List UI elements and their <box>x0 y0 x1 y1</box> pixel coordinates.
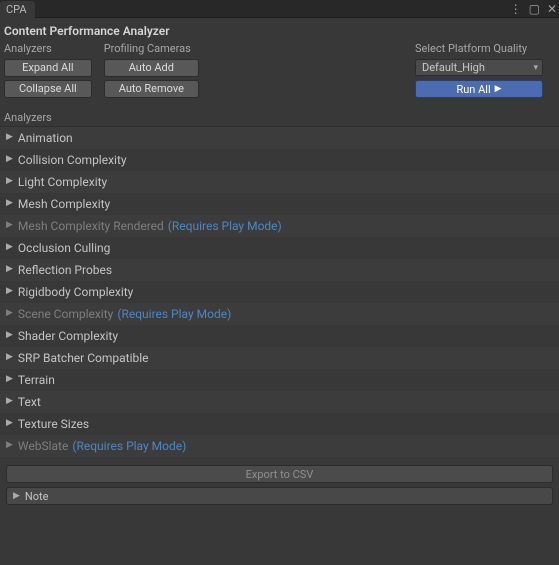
analyzer-row[interactable]: ▶ Occlusion Culling <box>0 237 559 259</box>
analyzer-label: Rigidbody Complexity <box>18 285 133 299</box>
analyzer-row[interactable]: ▶ Light Complexity <box>0 171 559 193</box>
chevron-right-icon: ▶ <box>6 265 13 274</box>
chevron-right-icon: ▶ <box>6 309 13 318</box>
close-icon[interactable]: ✕ <box>547 3 557 15</box>
analyzer-label: Terrain <box>18 373 55 387</box>
panel-tab[interactable]: CPA <box>0 1 35 18</box>
analyzer-label: Shader Complexity <box>18 329 118 343</box>
expand-all-button[interactable]: Expand All <box>4 59 92 77</box>
analyzer-row[interactable]: ▶ Animation <box>0 127 559 149</box>
analyzer-row[interactable]: ▶ Scene Complexity (Requires Play Mode) <box>0 303 559 325</box>
analyzer-row[interactable]: ▶ SRP Batcher Compatible <box>0 347 559 369</box>
platform-quality-label: Select Platform Quality <box>415 42 543 55</box>
chevron-right-icon: ▶ <box>6 419 13 428</box>
chevron-right-icon: ▶ <box>6 397 13 406</box>
panel-tab-label: CPA <box>6 3 27 16</box>
kebab-menu-icon[interactable]: ⋮ <box>510 3 522 15</box>
chevron-right-icon: ▶ <box>13 492 20 501</box>
toolbar-col-profiling-label: Profiling Cameras <box>104 42 199 55</box>
analyzer-row[interactable]: ▶ Terrain <box>0 369 559 391</box>
chevron-right-icon: ▶ <box>6 155 13 164</box>
page-title: Content Performance Analyzer <box>0 18 559 40</box>
analyzer-row[interactable]: ▶ Rigidbody Complexity <box>0 281 559 303</box>
analyzer-label: Texture Sizes <box>18 417 89 431</box>
note-label: Note <box>25 490 49 503</box>
chevron-right-icon: ▶ <box>6 331 13 340</box>
analyzer-label: Light Complexity <box>18 175 107 189</box>
auto-add-button[interactable]: Auto Add <box>104 59 199 77</box>
analyzer-label: Collision Complexity <box>18 153 127 167</box>
analyzer-row[interactable]: ▶ Text <box>0 391 559 413</box>
requires-play-mode-badge: (Requires Play Mode) <box>168 219 282 233</box>
analyzer-row[interactable]: ▶ Mesh Complexity <box>0 193 559 215</box>
run-all-button[interactable]: Run All ▶ <box>415 80 543 98</box>
platform-quality-select[interactable]: Default_High <box>415 59 543 76</box>
analyzer-label: Occlusion Culling <box>18 241 110 255</box>
analyzer-row[interactable]: ▶ Shader Complexity <box>0 325 559 347</box>
chevron-right-icon: ▶ <box>6 287 13 296</box>
analyzer-label: Mesh Complexity Rendered <box>18 219 164 233</box>
analyzer-label: SRP Batcher Compatible <box>18 351 149 365</box>
analyzer-label: Reflection Probes <box>18 263 112 277</box>
toolbar-col-analyzers: Analyzers Expand All Collapse All <box>4 42 92 101</box>
analyzer-label: Scene Complexity <box>18 307 113 321</box>
chevron-right-icon: ▶ <box>6 221 13 230</box>
toolbar-col-platform: Select Platform Quality Default_High Run… <box>415 42 543 98</box>
toolbar: Analyzers Expand All Collapse All Profil… <box>0 40 559 107</box>
requires-play-mode-badge: (Requires Play Mode) <box>117 307 231 321</box>
run-all-label: Run All <box>456 81 490 98</box>
titlebar-controls: ⋮ ▢ ✕ <box>510 3 559 15</box>
chevron-right-icon: ▶ <box>6 177 13 186</box>
note-row[interactable]: ▶ Note <box>6 487 553 505</box>
chevron-right-icon: ▶ <box>6 133 13 142</box>
analyzers-section-label: Analyzers <box>0 107 559 126</box>
analyzer-row[interactable]: ▶ Mesh Complexity Rendered (Requires Play … <box>0 215 559 237</box>
analyzer-label: Animation <box>18 131 73 145</box>
play-icon: ▶ <box>495 81 502 98</box>
toolbar-col-analyzers-label: Analyzers <box>4 42 92 55</box>
titlebar: CPA ⋮ ▢ ✕ <box>0 0 559 18</box>
analyzer-row[interactable]: ▶ Collision Complexity <box>0 149 559 171</box>
requires-play-mode-badge: (Requires Play Mode) <box>72 439 186 453</box>
analyzer-row[interactable]: ▶ WebSlate (Requires Play Mode) <box>0 435 559 457</box>
auto-remove-button[interactable]: Auto Remove <box>104 80 199 98</box>
analyzer-label: Text <box>18 395 41 409</box>
toolbar-col-profiling: Profiling Cameras Auto Add Auto Remove <box>104 42 199 101</box>
analyzer-label: WebSlate <box>18 439 68 453</box>
chevron-right-icon: ▶ <box>6 353 13 362</box>
chevron-right-icon: ▶ <box>6 243 13 252</box>
analyzer-label: Mesh Complexity <box>18 197 110 211</box>
chevron-right-icon: ▶ <box>6 199 13 208</box>
analyzer-row[interactable]: ▶ Reflection Probes <box>0 259 559 281</box>
chevron-right-icon: ▶ <box>6 375 13 384</box>
export-csv-button[interactable]: Export to CSV <box>6 465 553 483</box>
export-csv-label: Export to CSV <box>246 468 314 481</box>
chevron-right-icon: ▶ <box>6 441 13 450</box>
analyzer-row[interactable]: ▶ Texture Sizes <box>0 413 559 435</box>
analyzers-tree: ▶ Animation ▶ Collision Complexity ▶ Light Co… <box>0 126 559 457</box>
maximize-icon[interactable]: ▢ <box>529 3 540 15</box>
collapse-all-button[interactable]: Collapse All <box>4 80 92 98</box>
